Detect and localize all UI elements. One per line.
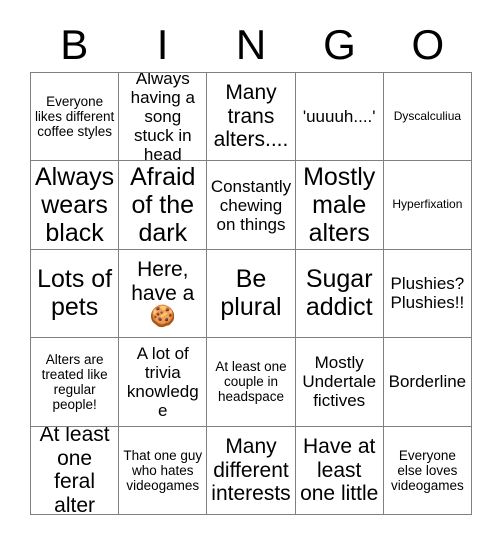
bingo-cell-b2[interactable]: Always wears black [31, 161, 120, 250]
bingo-cell-b5[interactable]: At least one feral alter [31, 426, 120, 515]
bingo-cell-text: Plushies? Plushies!! [390, 274, 465, 313]
header-letter-n: N [235, 21, 267, 68]
bingo-cell-i4[interactable]: A lot of trivia knowledge [119, 338, 208, 427]
bingo-header: B I N G O [30, 18, 472, 72]
bingo-cell-o1[interactable]: Dyscalculiua [383, 73, 472, 162]
bingo-cell-g2[interactable]: Mostly male alters [295, 161, 384, 250]
bingo-cell-text: Sugar addict [305, 265, 373, 322]
bingo-cell-b1[interactable]: Everyone likes different coffee styles [31, 73, 120, 162]
bingo-cell-text: Everyone likes different coffee styles [34, 94, 115, 140]
bingo-cell-i5[interactable]: That one guy who hates videogames [119, 426, 208, 515]
bingo-cell-text: Everyone else loves videogames [390, 447, 464, 493]
bingo-cell-text: Many trans alters.... [213, 81, 289, 152]
bingo-cell-g1[interactable]: 'uuuuh....' [295, 73, 384, 162]
bingo-cell-text: At least one couple in headspace [215, 359, 287, 405]
bingo-cell-g4[interactable]: Mostly Undertale fictives [295, 338, 384, 427]
bingo-cell-o2[interactable]: Hyperfixation [383, 161, 472, 250]
bingo-cell-text: Lots of pets [37, 265, 113, 322]
bingo-cell-n3[interactable]: Be plural [207, 249, 296, 339]
bingo-cell-text: Mostly male alters [303, 163, 376, 248]
header-letter-g: G [323, 21, 356, 68]
bingo-cell-text: Always wears black [35, 163, 115, 248]
header-letter-o: O [411, 21, 445, 68]
bingo-cell-text: At least one feral alter [39, 426, 110, 515]
bingo-cell-text: Dyscalculiua [393, 108, 462, 123]
bingo-cell-text: Alters are treated like regular people! [41, 351, 108, 412]
bingo-cell-text-with-cookie-icon: Here, have a 🍪 [131, 258, 195, 329]
bingo-cell-n4[interactable]: At least one couple in headspace [207, 338, 296, 427]
bingo-cell-text: Afraid of the dark [130, 163, 196, 248]
bingo-cell-text: Borderline [388, 372, 467, 392]
header-letter-b: B [60, 21, 89, 68]
bingo-cell-text: Have at least one little [300, 435, 379, 506]
bingo-cell-text: Hyperfixation [392, 197, 463, 212]
bingo-cell-b4[interactable]: Alters are treated like regular people! [31, 338, 120, 427]
bingo-cell-n5[interactable]: Many different interests [207, 426, 296, 515]
bingo-cell-text: Mostly Undertale fictives [302, 353, 377, 411]
bingo-grid: Everyone likes different coffee styles A… [30, 72, 472, 515]
bingo-cell-i2[interactable]: Afraid of the dark [119, 161, 208, 250]
bingo-cell-g3[interactable]: Sugar addict [295, 249, 384, 339]
bingo-cell-n1[interactable]: Many trans alters.... [207, 73, 296, 162]
bingo-cell-i3[interactable]: Here, have a 🍪 [119, 249, 208, 339]
bingo-cell-text: 'uuuuh....' [302, 107, 376, 127]
bingo-cell-g5[interactable]: Have at least one little [295, 426, 384, 515]
bingo-cell-i1[interactable]: Always having a song stuck in head [119, 73, 208, 162]
bingo-cell-text: Always having a song stuck in head [130, 73, 195, 162]
bingo-cell-o5[interactable]: Everyone else loves videogames [383, 426, 472, 515]
bingo-cell-text: That one guy who hates videogames [123, 447, 203, 493]
bingo-cell-text: Be plural [220, 265, 282, 322]
bingo-card: B I N G O Everyone likes different coffe… [0, 0, 500, 544]
bingo-cell-text: A lot of trivia knowledge [126, 343, 199, 420]
bingo-cell-o4[interactable]: Borderline [383, 338, 472, 427]
header-letter-i: I [156, 21, 169, 68]
bingo-cell-b3[interactable]: Lots of pets [31, 249, 120, 339]
bingo-cell-n2[interactable]: Constantly chewing on things [207, 161, 296, 250]
bingo-cell-text: Constantly chewing on things [210, 176, 292, 234]
bingo-cell-o3[interactable]: Plushies? Plushies!! [383, 249, 472, 339]
bingo-cell-text: Many different interests [211, 435, 291, 506]
